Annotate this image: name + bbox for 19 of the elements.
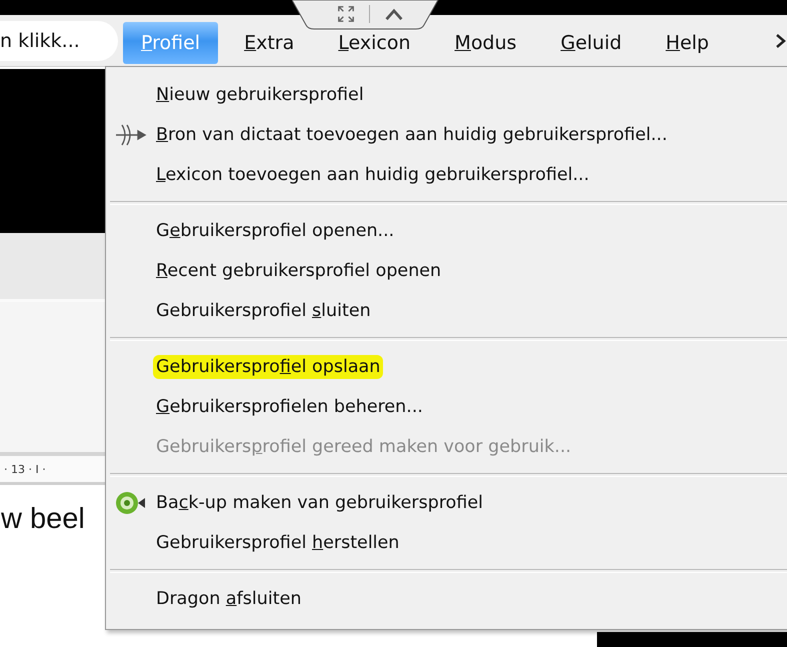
document-text: w beel — [1, 503, 85, 535]
menu-item[interactable]: Gebruikersprofiel openen... — [153, 219, 398, 243]
search-field[interactable]: n klikk... — [0, 20, 118, 60]
menu-item[interactable]: Nieuw gebruikersprofiel — [153, 83, 367, 107]
menu-bar-item[interactable]: Geluid — [542, 30, 640, 56]
menu-item[interactable]: Lexicon toevoegen aan huidig gebruikersprofiel... — [153, 163, 592, 187]
menu-item[interactable]: Gebruikersprofiel sluiten — [153, 299, 374, 323]
menu-item[interactable]: Gebruikersprofiel herstellen — [153, 531, 402, 555]
menu-bar-item[interactable]: Help — [648, 30, 727, 56]
ruler-label: · 13 · I · — [4, 462, 46, 476]
menu-item[interactable]: Bron van dictaat toevoegen aan huidig gebruikersprofiel... — [153, 123, 670, 147]
menu-bar-item[interactable]: Lexicon — [320, 30, 429, 56]
menu-item[interactable]: Back-up maken van gebruikersprofiel — [153, 491, 486, 515]
menu-bar-item[interactable]: Extra — [226, 30, 312, 56]
menu-item[interactable]: Gebruikersprofielen beheren... — [153, 395, 426, 419]
menu-item[interactable]: Dragon afsluiten — [153, 587, 304, 611]
menu-item[interactable]: Recent gebruikersprofiel openen — [153, 259, 444, 283]
menu-bar-item[interactable]: Modus — [436, 30, 535, 56]
menu-item[interactable]: Gebruikersprofiel opslaan — [153, 355, 384, 379]
